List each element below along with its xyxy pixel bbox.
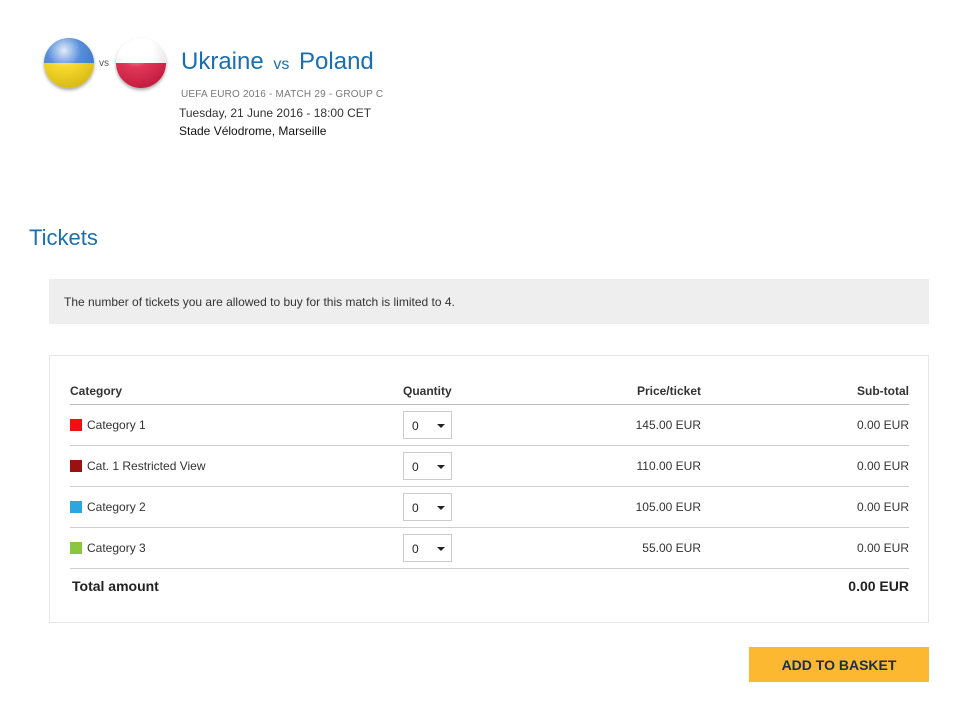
table-row: Category 1 0 145.00 EUR 0.00 EUR <box>70 405 909 446</box>
header-quantity: Quantity <box>403 384 452 398</box>
competition-info: UEFA EURO 2016 - MATCH 29 - GROUP C <box>181 89 384 100</box>
row-subtotal: 0.00 EUR <box>856 500 909 514</box>
table-row: Cat. 1 Restricted View 0 110.00 EUR 0.00… <box>70 446 909 487</box>
row-subtotal: 0.00 EUR <box>856 418 909 432</box>
away-team-name: Poland <box>299 48 374 75</box>
quantity-value: 0 <box>412 460 419 474</box>
category-color-swatch <box>70 501 82 513</box>
quantity-value: 0 <box>412 419 419 433</box>
quantity-value: 0 <box>412 501 419 515</box>
tickets-table: Category Quantity Price/ticket Sub-total… <box>49 355 929 623</box>
match-venue: Stade Vélodrome, Marseille <box>179 124 327 138</box>
home-team-name: Ukraine <box>181 48 264 75</box>
poland-flag-icon <box>116 38 166 88</box>
total-amount: 0.00 EUR <box>848 578 909 594</box>
match-datetime: Tuesday, 21 June 2016 - 18:00 CET <box>179 106 372 120</box>
category-name: Cat. 1 Restricted View <box>87 459 206 473</box>
header-category: Category <box>70 384 123 398</box>
add-to-basket-button[interactable]: ADD TO BASKET <box>749 647 929 682</box>
match-title: Ukraine vs Poland <box>181 48 374 76</box>
row-subtotal: 0.00 EUR <box>856 541 909 555</box>
caret-down-icon <box>437 506 445 510</box>
caret-down-icon <box>437 465 445 469</box>
flag-gloss <box>116 38 166 88</box>
match-header: vs Ukraine vs Poland UEFA EURO 2016 - MA… <box>44 38 644 148</box>
table-header: Category Quantity Price/ticket Sub-total <box>70 380 909 405</box>
header-subtotal: Sub-total <box>857 384 909 398</box>
quantity-select[interactable]: 0 <box>403 493 452 521</box>
price-per-ticket: 55.00 EUR <box>642 541 701 555</box>
caret-down-icon <box>437 547 445 551</box>
category-color-swatch <box>70 460 82 472</box>
quantity-select[interactable]: 0 <box>403 411 452 439</box>
category-name: Category 1 <box>87 418 146 432</box>
price-per-ticket: 110.00 EUR <box>636 459 701 473</box>
total-row: Total amount 0.00 EUR <box>70 576 909 600</box>
table-row: Category 2 0 105.00 EUR 0.00 EUR <box>70 487 909 528</box>
row-subtotal: 0.00 EUR <box>856 459 909 473</box>
ukraine-flag-icon <box>44 38 94 88</box>
ticket-limit-text: The number of tickets you are allowed to… <box>64 295 455 309</box>
table-row: Category 3 0 55.00 EUR 0.00 EUR <box>70 528 909 569</box>
quantity-value: 0 <box>412 542 419 556</box>
flag-gloss <box>44 38 94 88</box>
category-name: Category 2 <box>87 500 146 514</box>
caret-down-icon <box>437 424 445 428</box>
price-per-ticket: 105.00 EUR <box>635 500 701 514</box>
price-per-ticket: 145.00 EUR <box>635 418 701 432</box>
category-color-swatch <box>70 542 82 554</box>
quantity-select[interactable]: 0 <box>403 534 452 562</box>
ticket-limit-notice: The number of tickets you are allowed to… <box>49 279 929 324</box>
header-price: Price/ticket <box>636 384 701 398</box>
total-label: Total amount <box>72 578 159 594</box>
category-color-swatch <box>70 419 82 431</box>
tickets-heading: Tickets <box>29 225 98 250</box>
category-name: Category 3 <box>87 541 146 555</box>
vs-label: vs <box>273 56 290 73</box>
quantity-select[interactable]: 0 <box>403 452 452 480</box>
flags-vs-label: vs <box>99 58 109 69</box>
